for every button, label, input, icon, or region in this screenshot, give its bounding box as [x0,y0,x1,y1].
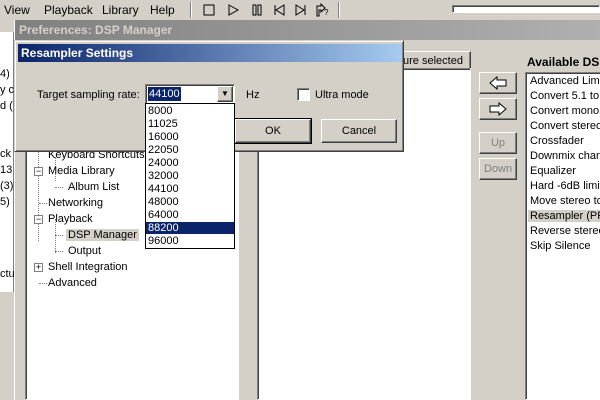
menu-library[interactable]: Library [102,3,139,17]
add-dsp-button[interactable] [479,72,517,94]
dropdown-option[interactable]: 22050 [146,144,234,156]
svg-text:?: ? [324,8,329,17]
preferences-title: Preferences: DSP Manager [15,20,600,40]
list-item[interactable]: Downmix chann [530,150,600,162]
tree-item-dsp-manager[interactable]: DSP Manager [66,229,139,241]
tree-item-playback[interactable]: Playback [48,213,93,225]
list-item-selected[interactable]: Resampler (PPI [528,210,600,222]
list-item[interactable]: Hard -6dB limit [530,180,600,192]
down-button[interactable]: Down [479,158,517,180]
dropdown-option-highlighted[interactable]: 88200 [146,222,234,234]
previous-icon[interactable] [268,1,290,19]
tree-item-networking[interactable]: Networking [48,197,103,209]
dropdown-option[interactable]: 96000 [146,235,234,247]
list-item[interactable]: Equalizer [530,165,576,177]
list-item[interactable]: Convert mono [530,105,599,117]
available-dsps-title: Available DS [527,55,600,69]
up-button[interactable]: Up [479,132,517,154]
dialog-title: Resampler Settings [18,44,402,62]
ok-button[interactable]: OK [234,118,312,144]
tree-item-advanced[interactable]: Advanced [48,277,97,289]
list-item[interactable]: Reverse stereo [530,225,600,237]
hz-label: Hz [246,89,260,101]
list-item[interactable]: Convert 5.1 to [530,90,599,102]
background-playlist-fragment: 4) y c d ( ck 13 (3) 5) ctu [0,32,15,292]
list-item[interactable]: Convert stereo [530,120,600,132]
chevron-down-icon[interactable]: ▼ [217,86,233,102]
collapse-icon[interactable]: − [34,215,43,224]
random-icon[interactable]: ? [312,1,334,19]
target-rate-value: 44100 [148,87,181,101]
list-item[interactable]: Crossfader [530,135,584,147]
target-rate-label: Target sampling rate: [37,89,140,101]
ultra-mode-checkbox[interactable] [297,88,310,101]
dropdown-option[interactable]: 64000 [146,209,234,221]
available-dsp-list[interactable]: Advanced Limit Convert 5.1 to Convert mo… [525,72,600,400]
list-item[interactable]: Skip Silence [530,240,591,252]
expand-icon[interactable]: + [34,263,43,272]
menu-playback[interactable]: Playback [44,3,93,17]
list-item[interactable]: Advanced Limit [530,75,600,87]
collapse-icon[interactable]: − [34,167,43,176]
list-item[interactable]: Move stereo to [530,195,600,207]
seek-bar[interactable] [452,5,600,13]
toolbar-separator [338,2,340,18]
tree-item-shell-integration[interactable]: Shell Integration [48,261,128,273]
toolbar-separator [190,2,192,18]
dropdown-option[interactable]: 11025 [146,118,234,130]
stop-icon[interactable] [198,1,220,19]
dropdown-option[interactable]: 24000 [146,157,234,169]
tree-item-output[interactable]: Output [68,245,101,257]
remove-dsp-button[interactable] [479,98,517,120]
next-icon[interactable] [290,1,312,19]
play-icon[interactable] [222,1,244,19]
menu-view[interactable]: View [4,3,30,17]
menu-help[interactable]: Help [150,3,175,17]
ultra-mode-label: Ultra mode [315,89,369,101]
dropdown-option[interactable]: 48000 [146,196,234,208]
tree-item-album-list[interactable]: Album List [68,181,119,193]
pause-icon[interactable] [246,1,268,19]
cancel-button[interactable]: Cancel [321,119,397,143]
menu-bar: View Playback Library Help ? [0,0,600,20]
dropdown-option[interactable]: 16000 [146,131,234,143]
dropdown-option[interactable]: 44100 [146,183,234,195]
target-rate-combo[interactable]: 44100 ▼ [145,84,235,104]
tree-item-media-library[interactable]: Media Library [48,165,115,177]
dropdown-option[interactable]: 8000 [146,105,234,117]
dropdown-option[interactable]: 32000 [146,170,234,182]
sampling-rate-dropdown[interactable]: 8000 11025 16000 22050 24000 32000 44100… [145,103,235,249]
